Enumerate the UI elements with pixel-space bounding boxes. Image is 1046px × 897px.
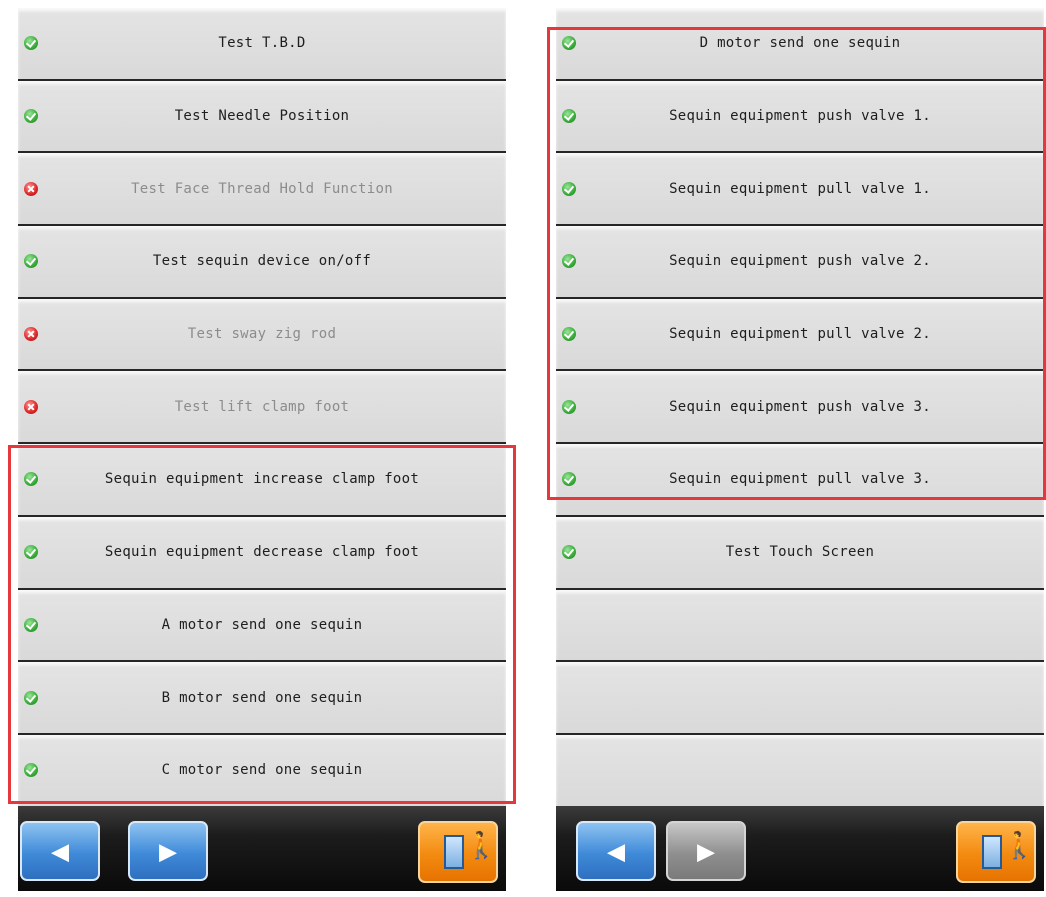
test-item-label: Test Face Thread Hold Function <box>131 180 393 197</box>
test-item-row[interactable]: Sequin equipment pull valve 2. <box>556 298 1044 372</box>
test-item-row[interactable]: Test Touch Screen <box>556 516 1044 590</box>
test-item-row[interactable]: D motor send one sequin <box>556 8 1044 81</box>
status-ok-icon <box>562 399 576 414</box>
status-ok-icon <box>24 617 38 632</box>
prev-page-button[interactable]: ◀ <box>576 821 656 881</box>
test-item-row[interactable]: Sequin equipment push valve 2. <box>556 226 1044 299</box>
status-ok-icon <box>562 36 576 51</box>
test-item-label: Sequin equipment push valve 2. <box>669 253 931 270</box>
left-test-panel: Test T.B.D Test Needle Position Test Face … <box>18 8 506 891</box>
next-page-button[interactable]: ▶ <box>128 821 208 881</box>
status-error-icon <box>24 327 38 342</box>
test-item-label: Sequin equipment decrease clamp foot <box>104 544 420 561</box>
test-item-row[interactable]: Sequin equipment increase clamp foot <box>18 444 506 517</box>
test-item-label: Sequin equipment increase clamp foot <box>104 471 420 488</box>
test-item-row[interactable]: Sequin equipment pull valve 3. <box>556 444 1044 517</box>
empty-list-row <box>556 589 1044 663</box>
status-ok-icon <box>562 254 576 269</box>
test-item-label: Test lift clamp foot <box>174 398 350 415</box>
test-item-row[interactable]: Test sway zig rod <box>18 298 506 372</box>
test-item-row[interactable]: Test Face Thread Hold Function <box>18 153 506 227</box>
empty-list-row <box>556 662 1044 735</box>
status-ok-icon <box>24 109 38 124</box>
test-item-label: C motor send one sequin <box>161 762 363 779</box>
test-item-row[interactable]: C motor send one sequin <box>18 734 506 808</box>
exit-door-icon <box>444 835 464 869</box>
next-page-button-disabled: ▶ <box>666 821 746 881</box>
status-error-icon <box>24 181 38 196</box>
arrow-right-icon: ▶ <box>696 833 716 869</box>
test-item-row[interactable]: A motor send one sequin <box>18 589 506 663</box>
test-item-label: Test T.B.D <box>218 35 306 52</box>
test-item-row[interactable]: Test Needle Position <box>18 80 506 154</box>
status-error-icon <box>24 399 38 414</box>
prev-page-button[interactable]: ◀ <box>20 821 100 881</box>
status-ok-icon <box>24 690 38 705</box>
test-item-label: B motor send one sequin <box>161 689 363 706</box>
test-item-label: Sequin equipment push valve 3. <box>669 398 931 415</box>
test-item-label: Test Touch Screen <box>725 544 875 561</box>
test-item-label: Test sequin device on/off <box>152 253 372 270</box>
test-item-label: Test Needle Position <box>174 108 350 125</box>
test-item-row[interactable]: Sequin equipment decrease clamp foot <box>18 516 506 590</box>
status-ok-icon <box>24 254 38 269</box>
right-bottom-toolbar: ◀ ▶ 🚶 <box>556 806 1044 891</box>
test-item-label: Sequin equipment pull valve 1. <box>669 180 931 197</box>
test-item-label: Sequin equipment pull valve 3. <box>669 471 931 488</box>
test-item-row[interactable]: Sequin equipment push valve 1. <box>556 80 1044 154</box>
arrow-right-icon: ▶ <box>158 833 178 869</box>
test-item-label: A motor send one sequin <box>161 616 363 633</box>
test-item-row[interactable]: Sequin equipment push valve 3. <box>556 371 1044 445</box>
test-item-row[interactable]: Test T.B.D <box>18 8 506 81</box>
person-walking-icon: 🚶 <box>465 831 498 861</box>
status-ok-icon <box>562 109 576 124</box>
test-item-row[interactable]: B motor send one sequin <box>18 662 506 735</box>
status-ok-icon <box>562 181 576 196</box>
exit-button[interactable]: 🚶 <box>956 821 1036 883</box>
exit-button[interactable]: 🚶 <box>418 821 498 883</box>
test-item-row[interactable]: Sequin equipment pull valve 1. <box>556 153 1044 227</box>
test-item-label: D motor send one sequin <box>699 35 901 52</box>
test-item-label: Test sway zig rod <box>187 326 337 343</box>
person-walking-icon: 🚶 <box>1003 831 1036 861</box>
test-item-label: Sequin equipment push valve 1. <box>669 108 931 125</box>
test-item-row[interactable]: Test sequin device on/off <box>18 226 506 299</box>
exit-door-icon <box>982 835 1002 869</box>
empty-list-row <box>556 734 1044 808</box>
status-ok-icon <box>562 327 576 342</box>
arrow-left-icon: ◀ <box>606 833 626 869</box>
left-bottom-toolbar: ◀ ▶ 🚶 <box>18 806 506 891</box>
status-ok-icon <box>24 763 38 778</box>
test-item-row[interactable]: Test lift clamp foot <box>18 371 506 445</box>
status-ok-icon <box>24 472 38 487</box>
arrow-left-icon: ◀ <box>50 833 70 869</box>
left-test-list: Test T.B.D Test Needle Position Test Face … <box>18 8 506 808</box>
status-ok-icon <box>562 545 576 560</box>
test-item-label: Sequin equipment pull valve 2. <box>669 326 931 343</box>
right-test-panel: D motor send one sequin Sequin equipment … <box>556 8 1044 891</box>
right-test-list: D motor send one sequin Sequin equipment … <box>556 8 1044 808</box>
status-ok-icon <box>562 472 576 487</box>
status-ok-icon <box>24 545 38 560</box>
status-ok-icon <box>24 36 38 51</box>
